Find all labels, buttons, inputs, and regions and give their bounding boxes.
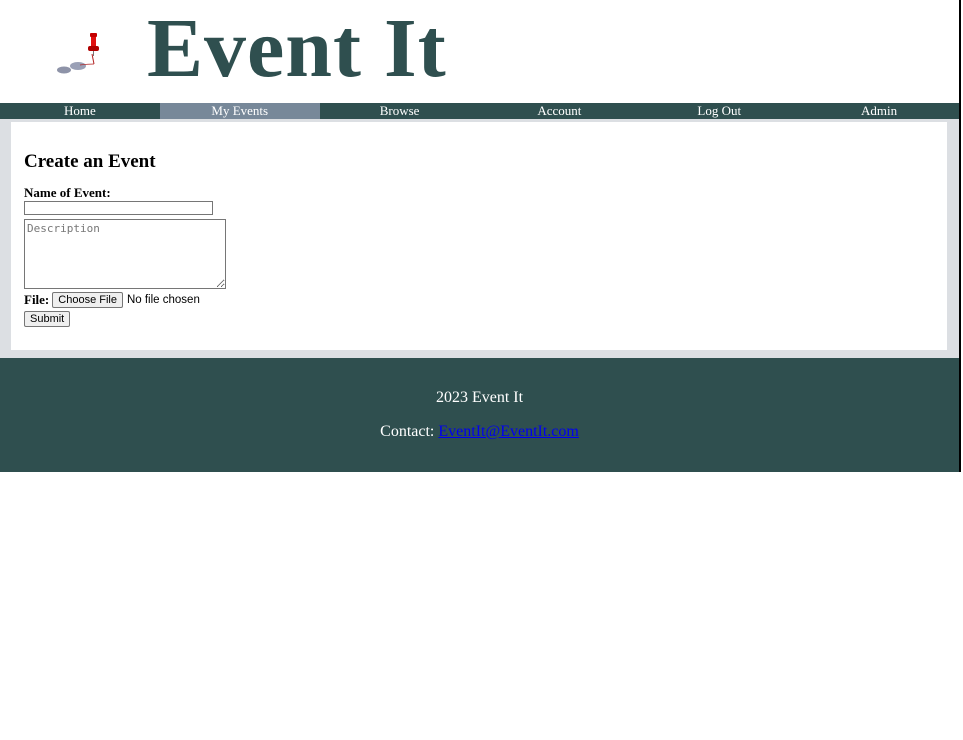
- content-frame: Create an Event Name of Event: File: Cho…: [0, 119, 959, 358]
- nav-item-my-events[interactable]: My Events: [159, 103, 320, 119]
- page: Event It Home My Events Browse Account L…: [0, 0, 961, 472]
- file-upload-row: File: Choose File No file chosen: [24, 292, 947, 308]
- copyright-text: 2023 Event It: [435, 389, 524, 406]
- event-name-input[interactable]: [24, 201, 213, 215]
- site-footer: 2023 Event It Contact: EventIt@EventIt.c…: [0, 358, 959, 472]
- contact-label: Contact:: [380, 423, 435, 440]
- contact-line: Contact: EventIt@EventIt.com: [0, 423, 959, 441]
- description-textarea[interactable]: [24, 219, 226, 289]
- choose-file-button[interactable]: Choose File: [52, 292, 123, 308]
- nav-item-admin[interactable]: Admin: [799, 103, 959, 119]
- pushpin-footprints-icon: [57, 33, 99, 74]
- nav-item-log-out[interactable]: Log Out: [639, 103, 799, 119]
- nav-item-browse[interactable]: Browse: [320, 103, 480, 119]
- page-title: Create an Event: [24, 151, 156, 172]
- nav-item-home[interactable]: Home: [0, 103, 160, 119]
- file-status-text: No file chosen: [126, 294, 200, 306]
- site-header: Event It: [0, 0, 959, 103]
- contact-email-link[interactable]: EventIt@EventIt.com: [438, 423, 578, 440]
- submit-button[interactable]: Submit: [24, 311, 71, 327]
- event-name-label: Name of Event:: [24, 185, 111, 200]
- create-event-form: Create an Event Name of Event: File: Cho…: [11, 122, 947, 350]
- nav-item-account[interactable]: Account: [479, 103, 639, 119]
- main-nav: Home My Events Browse Account Log Out Ad…: [0, 103, 959, 119]
- file-label: File:: [24, 292, 50, 307]
- site-title: Event It: [147, 2, 447, 95]
